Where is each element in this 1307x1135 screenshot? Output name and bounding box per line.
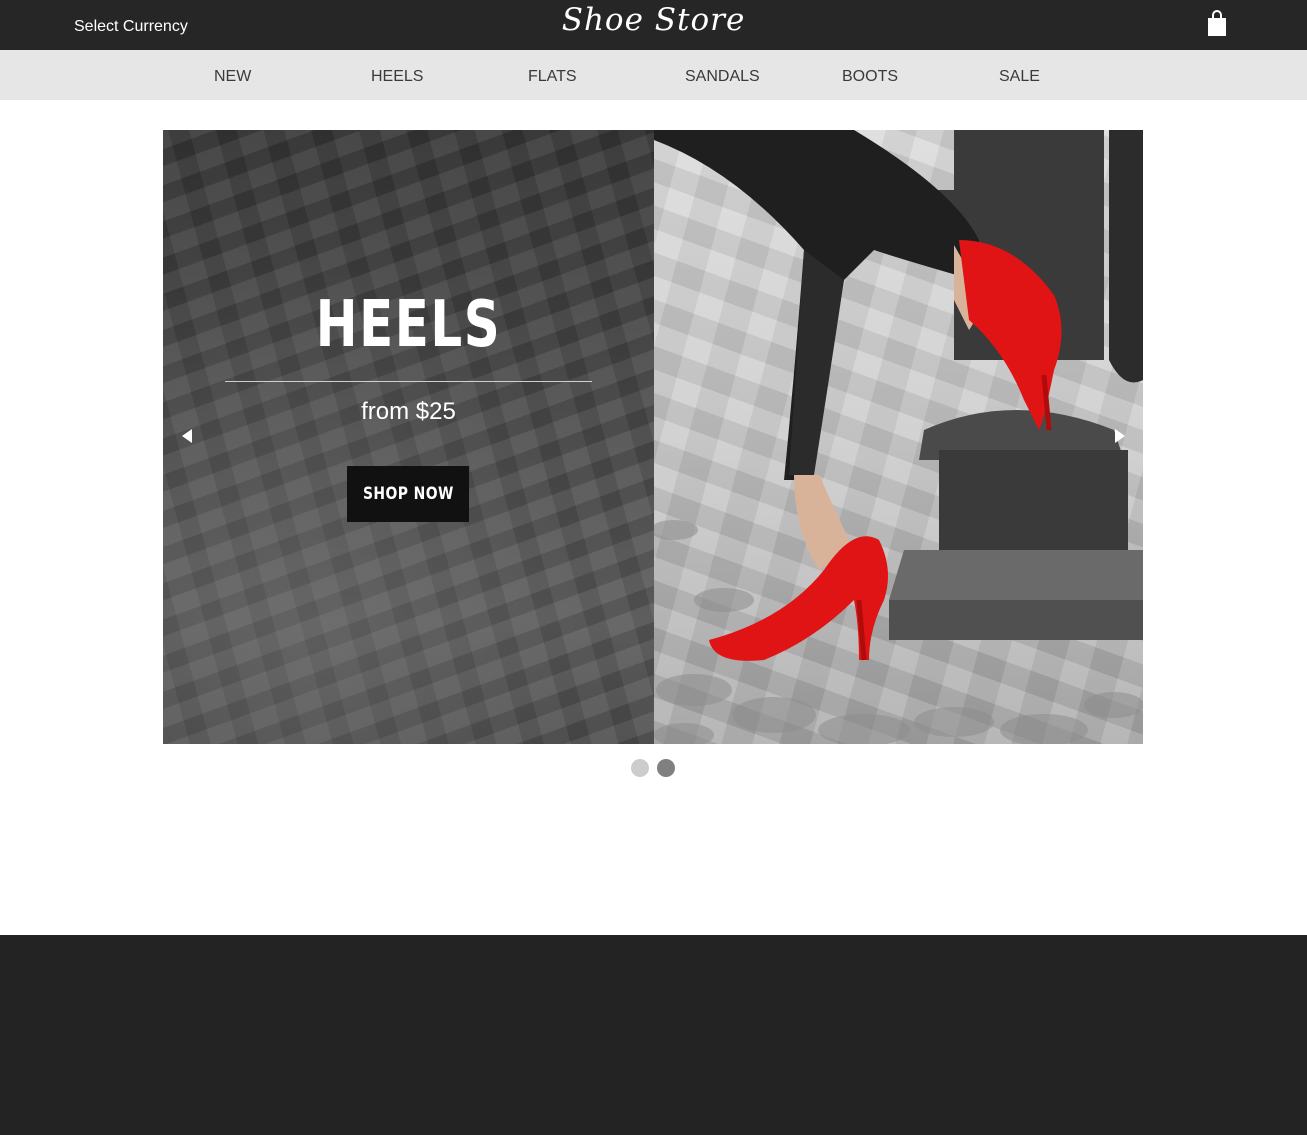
nav-item-sandals[interactable]: SANDALS — [685, 68, 760, 86]
currency-selector[interactable]: Select Currency — [74, 18, 188, 36]
prev-slide-arrow-icon[interactable] — [180, 428, 194, 444]
nav-item-new[interactable]: NEW — [214, 68, 251, 86]
brand-logo[interactable]: Shoe Store — [562, 2, 746, 38]
main-nav: NEW HEELS FLATS SANDALS BOOTS SALE — [0, 50, 1307, 100]
shop-now-button[interactable]: SHOP NOW — [347, 466, 469, 522]
slider-dot-1[interactable] — [631, 759, 649, 777]
brand-logo-wrap: Shoe Store — [0, 2, 1307, 38]
hero-photo — [654, 130, 1143, 744]
slide-title: HEELS — [315, 288, 502, 362]
heels-photo-illustration — [654, 130, 1143, 744]
nav-item-boots[interactable]: BOOTS — [842, 68, 898, 86]
slide-text-panel: HEELS from $25 SHOP NOW — [163, 130, 654, 744]
slider-dot-2-active[interactable] — [657, 759, 675, 777]
shop-now-label: SHOP NOW — [362, 484, 454, 504]
hero-slider: HEELS from $25 SHOP NOW — [163, 130, 1143, 744]
next-slide-arrow-icon[interactable] — [1113, 428, 1127, 444]
slide-subtitle: from $25 — [361, 398, 456, 425]
footer — [0, 935, 1307, 1135]
top-bar: Select Currency Shoe Store — [0, 0, 1307, 50]
shopping-bag-icon[interactable] — [1206, 10, 1228, 38]
nav-item-sale[interactable]: SALE — [999, 68, 1040, 86]
nav-item-flats[interactable]: FLATS — [528, 68, 577, 86]
nav-item-heels[interactable]: HEELS — [371, 68, 423, 86]
slide-divider — [225, 381, 592, 382]
